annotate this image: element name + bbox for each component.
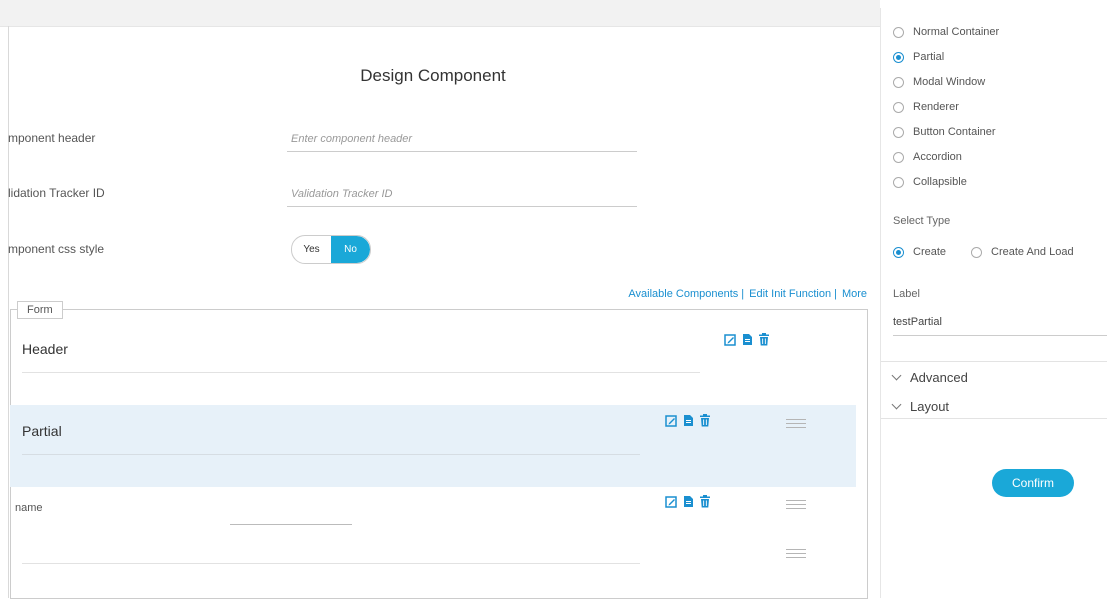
radio-circle[interactable] [893, 26, 904, 38]
name-input-underline[interactable] [230, 524, 352, 525]
delete-icon[interactable] [758, 333, 770, 346]
toggle-yes[interactable]: Yes [292, 236, 331, 263]
properties-panel: Normal Container Partial Modal Window Re… [880, 8, 1107, 598]
radio-circle[interactable] [893, 76, 904, 88]
radio-create-and-load[interactable]: Create And Load [971, 246, 1074, 258]
component-header-label: mponent header [8, 131, 96, 145]
validation-tracker-id-label: lidation Tracker ID [8, 186, 105, 200]
edit-icon[interactable] [665, 414, 677, 427]
header-row-actions [724, 333, 770, 346]
name-row-title: name [15, 502, 43, 514]
more-link[interactable]: More [842, 288, 867, 300]
radio-accordion[interactable]: Accordion [893, 151, 962, 163]
partial-row[interactable] [10, 405, 856, 487]
left-edge-divider [8, 26, 9, 598]
name-row-actions [665, 495, 711, 508]
radio-circle[interactable] [893, 51, 904, 63]
delete-icon[interactable] [699, 414, 711, 427]
radio-circle[interactable] [893, 151, 904, 163]
chevron-down-icon [891, 399, 902, 410]
header-row-title[interactable]: Header [22, 341, 68, 357]
section-divider [881, 361, 1107, 362]
component-header-input[interactable] [287, 127, 637, 152]
toggle-no[interactable]: No [331, 236, 370, 263]
edit-icon[interactable] [665, 495, 677, 508]
form-legend: Form [17, 301, 63, 319]
radio-collapsible[interactable]: Collapsible [893, 176, 967, 188]
confirm-button[interactable]: Confirm [992, 469, 1074, 497]
radio-renderer[interactable]: Renderer [893, 101, 959, 113]
radio-normal-container[interactable]: Normal Container [893, 26, 999, 38]
header-row-underline [22, 372, 700, 373]
radio-partial[interactable]: Partial [893, 51, 944, 63]
drag-handle-icon[interactable] [786, 500, 806, 512]
validation-tracker-id-input[interactable] [287, 182, 637, 207]
advanced-section-toggle[interactable]: Advanced [891, 370, 968, 385]
radio-button-container[interactable]: Button Container [893, 126, 996, 138]
chevron-down-icon [891, 370, 902, 381]
radio-circle[interactable] [893, 126, 904, 138]
top-bar [0, 0, 880, 27]
label-input-underline [893, 335, 1107, 336]
edit-init-function-link[interactable]: Edit Init Function [749, 288, 831, 300]
partial-row-title[interactable]: Partial [22, 423, 62, 439]
name-row-underline [22, 563, 640, 564]
copy-icon[interactable] [741, 333, 753, 346]
available-components-link[interactable]: Available Components [628, 288, 738, 300]
link-separator: | [834, 288, 837, 300]
label-caption: Label [893, 288, 920, 300]
css-style-toggle[interactable]: Yes No [291, 235, 371, 264]
layout-section-toggle[interactable]: Layout [891, 399, 949, 414]
copy-icon[interactable] [682, 495, 694, 508]
link-separator: | [741, 288, 745, 300]
partial-row-underline [22, 454, 640, 455]
edit-icon[interactable] [724, 333, 736, 346]
drag-handle-icon[interactable] [786, 549, 806, 561]
page-title: Design Component [360, 66, 506, 85]
label-input[interactable]: testPartial [893, 316, 942, 328]
radio-circle[interactable] [893, 176, 904, 188]
copy-icon[interactable] [682, 414, 694, 427]
partial-row-actions [665, 414, 711, 427]
radio-create[interactable]: Create [893, 246, 946, 258]
radio-modal-window[interactable]: Modal Window [893, 76, 985, 88]
component-links: Available Components | Edit Init Function |… [628, 288, 867, 300]
component-css-style-label: mponent css style [8, 242, 105, 256]
radio-circle[interactable] [893, 246, 904, 258]
radio-circle[interactable] [893, 101, 904, 113]
select-type-label: Select Type [893, 215, 951, 227]
section-divider [881, 418, 1107, 419]
drag-handle-icon[interactable] [786, 419, 806, 431]
delete-icon[interactable] [699, 495, 711, 508]
radio-circle[interactable] [971, 246, 982, 258]
